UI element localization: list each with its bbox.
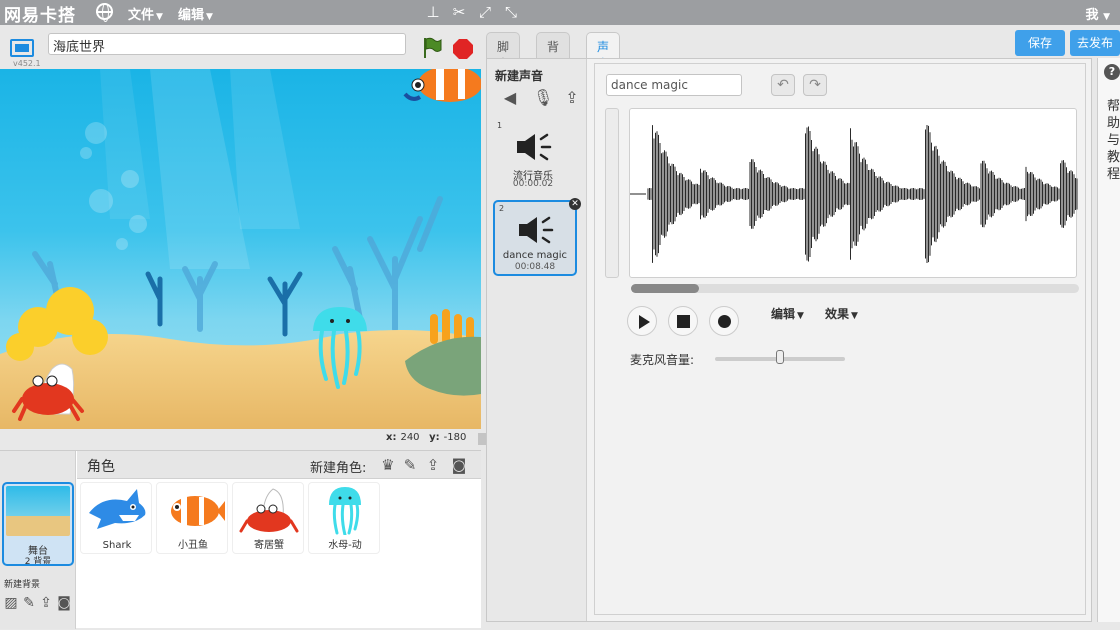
- sound-item-selected[interactable]: 2 dance magic 00:08.48 ✕: [493, 198, 581, 276]
- sprite-card-hermit-crab[interactable]: 寄居蟹: [232, 482, 304, 554]
- waveform-view[interactable]: [629, 108, 1078, 278]
- effects-dropdown[interactable]: 效果 ▼: [825, 305, 858, 322]
- mouse-coordinates: x: 240 y: -180: [386, 432, 467, 443]
- jellyfish-thumbnail: [329, 487, 361, 535]
- delete-sound-close-icon[interactable]: ✕: [569, 198, 581, 210]
- waveform-scrollbar[interactable]: [631, 284, 1079, 293]
- hermit-crab-thumbnail: [239, 488, 299, 533]
- help-question-icon[interactable]: ?: [1104, 64, 1120, 80]
- file-menu[interactable]: 文件 ▼: [128, 4, 163, 23]
- sound-name-input[interactable]: dance magic: [606, 74, 742, 96]
- stage-column: 舞台 2 背景 新建背景 ▨ ✎ ⇪ ◙: [0, 451, 76, 629]
- sprite-name: 寄居蟹: [254, 540, 284, 551]
- underwater-scene: [0, 69, 481, 429]
- sprite-name: Shark: [102, 540, 132, 551]
- green-flag-icon[interactable]: [422, 37, 442, 59]
- new-sprite-label: 新建角色:: [310, 461, 367, 476]
- sprite-library-icon[interactable]: ♛: [379, 456, 397, 474]
- paint-background-brush-icon[interactable]: ✎: [20, 594, 38, 612]
- stop-button[interactable]: [668, 306, 698, 336]
- top-menu-bar: 网易卡搭 文件 ▼ 编辑 ▼ ⊥ ✂ ⤢ ⤡ 我 ▼: [0, 0, 1120, 26]
- stage-canvas[interactable]: [0, 69, 481, 429]
- publish-button[interactable]: 去发布: [1070, 30, 1120, 56]
- sound-name: dance magic: [502, 250, 568, 261]
- sprite-card-jellyfish[interactable]: 水母-动: [308, 482, 380, 554]
- tab-backdrops[interactable]: 背景: [536, 32, 571, 71]
- sound-duration: 00:00.02: [512, 179, 554, 189]
- sound-editor: dance magic ↶ ↷ 编辑 ▼ 效果 ▼ 麦克风音量:: [594, 63, 1086, 615]
- delete-scissors-icon[interactable]: ✂: [450, 3, 468, 21]
- waveform: [630, 124, 1078, 264]
- sound-number: 2: [499, 204, 505, 213]
- choose-background-library-icon[interactable]: ▨: [2, 594, 20, 612]
- camera-sprite-icon[interactable]: ◙: [450, 456, 468, 474]
- record-microphone-icon[interactable]: 🎙: [533, 89, 553, 107]
- sprite-name: 小丑鱼: [178, 540, 208, 551]
- new-background-label: 新建背景: [4, 580, 41, 590]
- undo-icon[interactable]: ↶: [771, 74, 795, 96]
- shrink-icon[interactable]: ⤡: [502, 3, 520, 21]
- speaker-icon: [519, 216, 554, 244]
- shark-thumbnail: [89, 489, 146, 529]
- edit-menu[interactable]: 编辑 ▼: [178, 4, 213, 23]
- help-panel: ? 帮助与教程: [1097, 58, 1120, 622]
- fullscreen-icon[interactable]: [10, 39, 34, 57]
- sound-number: 1: [497, 121, 503, 130]
- sprites-panel: 舞台 2 背景 新建背景 ▨ ✎ ⇪ ◙ 角色 新建角色: ♛ ✎ ⇪ ◙ Sh…: [0, 450, 481, 629]
- stage-background-count: 2 背景: [24, 557, 52, 566]
- redo-icon[interactable]: ↷: [803, 74, 827, 96]
- new-sound-label: 新建声音: [495, 69, 544, 83]
- speaker-icon: [517, 133, 552, 161]
- mic-volume-knob[interactable]: [776, 350, 784, 364]
- duplicate-stamp-icon[interactable]: ⊥: [424, 3, 442, 21]
- save-button[interactable]: 保存: [1015, 30, 1065, 56]
- upload-sound-icon[interactable]: ⇪: [563, 89, 581, 107]
- sound-item[interactable]: 1 流行音乐 00:00.02: [493, 119, 577, 195]
- clownfish-thumbnail: [171, 496, 225, 526]
- stage-header: v452.1 海底世界: [0, 25, 486, 69]
- version-label: v452.1: [13, 59, 41, 68]
- play-button[interactable]: [627, 306, 657, 336]
- sprites-label: 角色: [87, 459, 115, 475]
- paint-sprite-brush-icon[interactable]: ✎: [401, 456, 419, 474]
- scrollbar-thumb[interactable]: [631, 284, 699, 293]
- sprite-header: 角色 新建角色: ♛ ✎ ⇪ ◙: [77, 451, 481, 479]
- collapse-stage-handle[interactable]: [478, 433, 486, 445]
- record-button[interactable]: [709, 306, 739, 336]
- stop-sign-icon[interactable]: [453, 39, 473, 59]
- help-tutorial-label[interactable]: 帮助与教程: [1107, 98, 1120, 183]
- sprite-name: 水母-动: [328, 540, 362, 551]
- language-globe-icon[interactable]: [96, 3, 113, 22]
- sound-duration: 00:08.48: [514, 262, 556, 272]
- app-logo[interactable]: 网易卡搭: [4, 1, 76, 26]
- waveform-gutter: [605, 108, 619, 278]
- tab-scripts[interactable]: 脚本: [486, 32, 521, 71]
- sprite-card-clownfish[interactable]: 小丑鱼: [156, 482, 228, 554]
- grow-icon[interactable]: ⤢: [476, 3, 494, 21]
- clownfish-sprite: [403, 69, 481, 102]
- sound-list: 新建声音 ◀ 🎙 ⇪ 1 流行音乐 00:00.02 2 dance magic…: [487, 59, 587, 621]
- mic-volume-label: 麦克风音量:: [630, 353, 695, 367]
- stage-thumbnail[interactable]: 舞台 2 背景: [2, 482, 74, 566]
- sound-library-speaker-icon[interactable]: ◀: [501, 89, 519, 107]
- project-title-input[interactable]: 海底世界: [48, 33, 406, 55]
- tab-sounds[interactable]: 声音: [586, 32, 621, 71]
- upload-sprite-icon[interactable]: ⇪: [424, 456, 442, 474]
- sprite-card-shark[interactable]: Shark: [80, 482, 152, 554]
- user-menu[interactable]: 我 ▼: [1086, 4, 1110, 23]
- sounds-pane: 新建声音 ◀ 🎙 ⇪ 1 流行音乐 00:00.02 2 dance magic…: [486, 58, 1092, 622]
- edit-dropdown[interactable]: 编辑 ▼: [771, 305, 804, 322]
- camera-background-icon[interactable]: ◙: [55, 594, 73, 612]
- stage-thumbnail-image: [6, 486, 70, 536]
- upload-background-icon[interactable]: ⇪: [37, 594, 55, 612]
